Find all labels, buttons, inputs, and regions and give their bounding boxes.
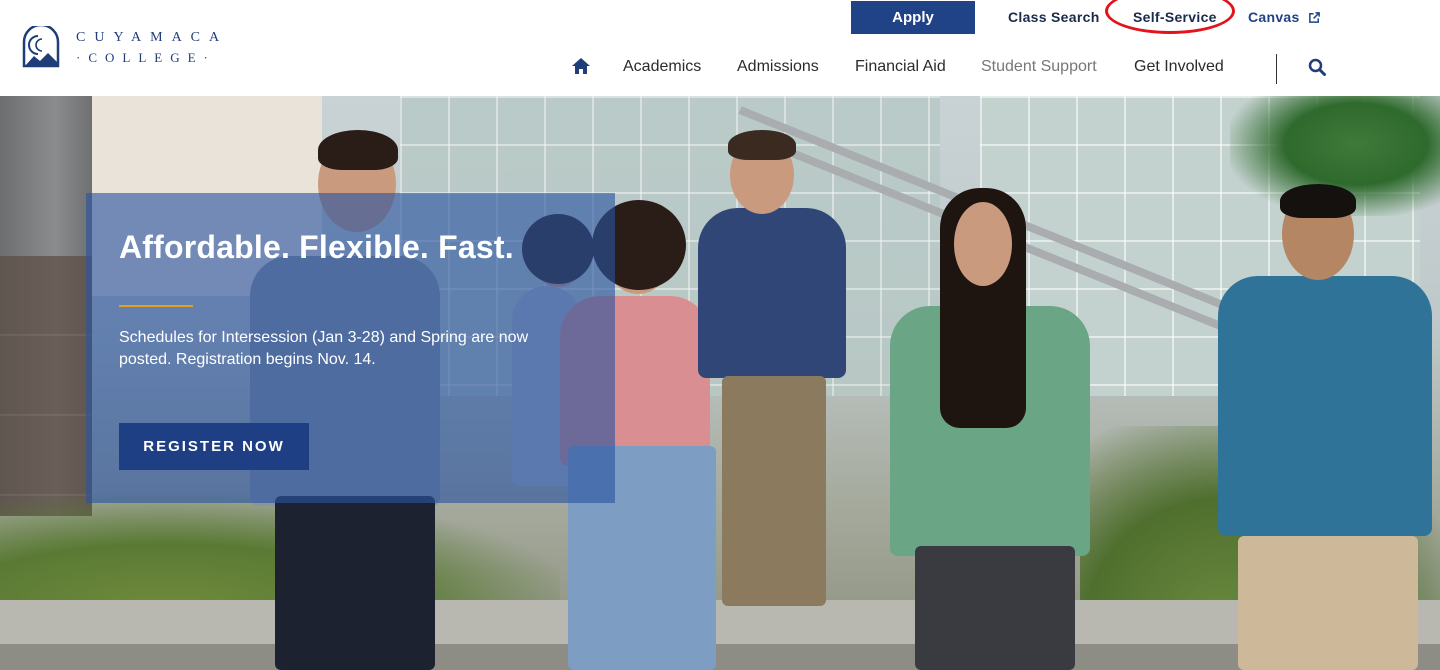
nav-divider [1276, 54, 1277, 84]
hero-photo-ledge [0, 644, 1440, 670]
site-header: CUYAMACA ·COLLEGE· Apply Class Search Se… [0, 0, 1440, 96]
hero-photo-ledge [0, 600, 1440, 644]
home-icon[interactable] [571, 57, 591, 75]
hero-photo-stone-wall [0, 96, 92, 516]
register-now-button[interactable]: REGISTER NOW [119, 423, 309, 470]
canvas-link-label: Canvas [1248, 9, 1300, 25]
logo-line-1: CUYAMACA [76, 30, 229, 45]
canvas-link[interactable]: Canvas [1248, 9, 1321, 25]
nav-admissions[interactable]: Admissions [737, 58, 819, 76]
highlight-annotation [1105, 0, 1235, 34]
nav-get-involved[interactable]: Get Involved [1134, 58, 1224, 76]
hero-description: Schedules for Intersession (Jan 3-28) an… [119, 329, 529, 368]
hero-card: Affordable. Flexible. Fast. Schedules fo… [86, 193, 615, 503]
hero-banner: Affordable. Flexible. Fast. Schedules fo… [0, 96, 1440, 670]
apply-button[interactable]: Apply [851, 1, 975, 34]
nav-academics[interactable]: Academics [623, 58, 701, 76]
nav-student-support[interactable]: Student Support [981, 58, 1097, 76]
class-search-link[interactable]: Class Search [1008, 9, 1100, 25]
logo-line-2: ·COLLEGE· [76, 50, 216, 65]
hero-divider [119, 305, 193, 307]
logo-mark-icon [22, 26, 60, 68]
nav-financial-aid[interactable]: Financial Aid [855, 58, 946, 76]
college-logo[interactable]: CUYAMACA ·COLLEGE· [20, 26, 228, 70]
hero-title: Affordable. Flexible. Fast. [119, 229, 514, 265]
external-link-icon [1308, 11, 1320, 23]
search-icon[interactable] [1308, 58, 1326, 76]
